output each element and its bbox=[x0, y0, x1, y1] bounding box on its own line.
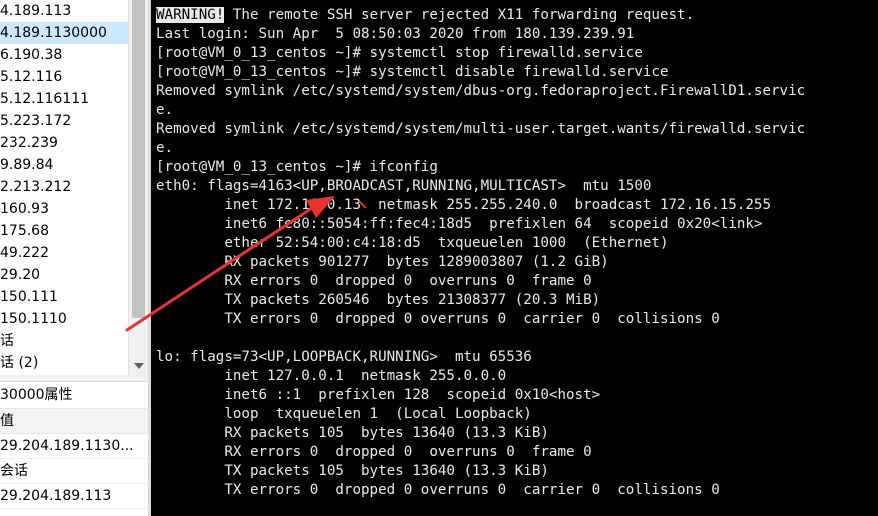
terminal-line: Last login: Sun Apr 5 08:50:03 2020 from… bbox=[156, 26, 635, 42]
session-tree-item[interactable]: 话 bbox=[0, 330, 128, 352]
terminal-line: ether 52:54:00:c4:18:d5 txqueuelen 1000 … bbox=[156, 235, 669, 251]
session-tree-scrollbar[interactable] bbox=[128, 0, 149, 375]
terminal-line: TX packets 260546 bytes 21308377 (20.3 M… bbox=[156, 292, 601, 308]
terminal-line: TX errors 0 dropped 0 overruns 0 carrier… bbox=[156, 311, 720, 327]
session-tree-item[interactable]: 49.222 bbox=[0, 242, 128, 264]
property-row[interactable]: 会话 bbox=[0, 459, 150, 484]
terminal-line: e. bbox=[156, 102, 174, 118]
session-tree-item[interactable]: 话 (2) bbox=[0, 352, 128, 374]
terminal-line: loop txqueuelen 1 (Local Loopback) bbox=[156, 406, 532, 422]
terminal-line: lo: flags=73<UP,LOOPBACK,RUNNING> mtu 65… bbox=[156, 349, 532, 365]
session-panel: 4.189.113 4.189.1130000 6.190.38 5.12.116 5.… bbox=[0, 0, 150, 516]
terminal-line: RX packets 901277 bytes 1289003807 (1.2 … bbox=[156, 254, 609, 270]
properties-title: 30000属性 bbox=[0, 382, 150, 409]
properties-value-header: 值 bbox=[0, 409, 150, 434]
session-tree-item[interactable]: 5.12.116 bbox=[0, 66, 128, 88]
terminal-line: inet6 fe80::5054:ff:fec4:18d5 prefixlen … bbox=[156, 216, 763, 232]
session-tree-item[interactable]: 160.93 bbox=[0, 198, 128, 220]
session-tree-item[interactable]: 4.189.1130000 bbox=[0, 22, 128, 44]
terminal-line: Removed symlink /etc/systemd/system/mult… bbox=[156, 121, 806, 137]
terminal-line: eth0: flags=4163<UP,BROADCAST,RUNNING,MU… bbox=[156, 178, 652, 194]
scroll-down-icon[interactable] bbox=[134, 363, 144, 369]
terminal-line: e. bbox=[156, 140, 174, 156]
session-tree-item[interactable]: 150.111 bbox=[0, 286, 128, 308]
terminal-line: TX packets 105 bytes 13640 (13.3 KiB) bbox=[156, 463, 549, 479]
terminal-line: RX errors 0 dropped 0 overruns 0 frame 0 bbox=[156, 444, 592, 460]
terminal-output[interactable]: WARNING! The remote SSH server rejected … bbox=[151, 0, 878, 500]
property-row[interactable]: 29.204.189.1130... bbox=[0, 434, 150, 459]
terminal-line: inet 172.16.0.13 netmask 255.255.240.0 b… bbox=[156, 197, 771, 213]
session-tree-item[interactable]: 29.20 bbox=[0, 264, 128, 286]
property-row[interactable]: 29.204.189.113 bbox=[0, 484, 150, 509]
session-tree-item[interactable]: 6.190.38 bbox=[0, 44, 128, 66]
session-tree-item[interactable]: 5.12.116111 bbox=[0, 88, 128, 110]
session-tree[interactable]: 4.189.113 4.189.1130000 6.190.38 5.12.116 5.… bbox=[0, 0, 128, 375]
properties-panel: 30000属性 值 29.204.189.1130... 会话 29.204.1… bbox=[0, 381, 150, 516]
session-tree-item[interactable]: 9.89.84 bbox=[0, 154, 128, 176]
terminal-line: inet 127.0.0.1 netmask 255.0.0.0 bbox=[156, 368, 507, 384]
terminal-window[interactable]: WARNING! The remote SSH server rejected … bbox=[151, 0, 878, 516]
warning-text: The remote SSH server rejected X11 forwa… bbox=[224, 7, 695, 23]
session-tree-item[interactable]: 150.1110 bbox=[0, 308, 128, 330]
session-tree-item[interactable]: 2.213.212 bbox=[0, 176, 128, 198]
session-tree-item[interactable]: 5.223.172 bbox=[0, 110, 128, 132]
session-tree-item[interactable]: 4.189.113 bbox=[0, 0, 128, 22]
terminal-line: RX errors 0 dropped 0 overruns 0 frame 0 bbox=[156, 273, 592, 289]
terminal-line: Removed symlink /etc/systemd/system/dbus… bbox=[156, 83, 806, 99]
terminal-line: [root@VM_0_13_centos ~]# systemctl stop … bbox=[156, 45, 643, 61]
scrollbar-thumb[interactable] bbox=[132, 0, 145, 318]
warning-label: WARNING! bbox=[156, 7, 225, 23]
terminal-line: TX errors 0 dropped 0 overruns 0 carrier… bbox=[156, 482, 720, 498]
session-tree-item[interactable]: 175.68 bbox=[0, 220, 128, 242]
terminal-line: [root@VM_0_13_centos ~]# systemctl disab… bbox=[156, 64, 669, 80]
terminal-line: inet6 ::1 prefixlen 128 scopeid 0x10<hos… bbox=[156, 387, 601, 403]
session-tree-item[interactable]: 232.239 bbox=[0, 132, 128, 154]
terminal-line: RX packets 105 bytes 13640 (13.3 KiB) bbox=[156, 425, 549, 441]
terminal-line: [root@VM_0_13_centos ~]# ifconfig bbox=[156, 159, 438, 175]
